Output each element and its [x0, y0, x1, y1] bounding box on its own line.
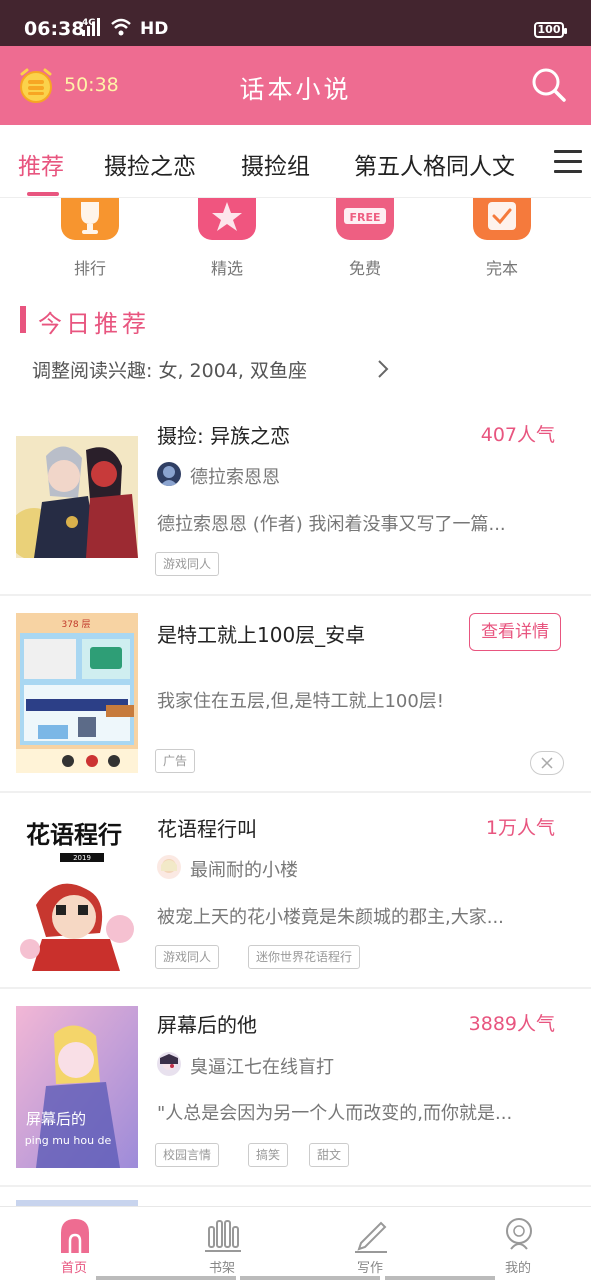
hd-label: HD — [140, 19, 169, 39]
book-tag[interactable]: 搞笑 — [248, 1143, 289, 1167]
author-avatar[interactable] — [157, 855, 181, 879]
system-gesture-bar — [96, 1276, 236, 1280]
active-tab-indicator — [27, 192, 59, 196]
cover-year: 2019 — [73, 854, 91, 862]
tab-shejian-group[interactable]: 摄捡组 — [241, 147, 310, 181]
nav-bookshelf[interactable]: 书架 — [148, 1207, 296, 1280]
battery-icon: 100 — [534, 22, 567, 38]
ad-label: 广告 — [155, 749, 196, 773]
book-description: 被宠上天的花小楼竟是朱颜城的郡主,大家... — [157, 907, 504, 928]
book-tag[interactable]: 甜文 — [309, 1143, 350, 1167]
category-label: 排行 — [73, 259, 106, 278]
status-time: 06:38 — [24, 18, 85, 40]
cover-subtitle-text: ping mu hou de — [25, 1134, 112, 1147]
category-ranking[interactable]: 排行 — [45, 198, 135, 283]
tab-identity-v-fanfic[interactable]: 第五人格同人文 — [354, 147, 515, 181]
system-gesture-bar — [240, 1276, 380, 1280]
section-marker — [20, 306, 26, 333]
nav-label: 书架 — [208, 1261, 235, 1276]
profile-icon — [501, 1215, 537, 1253]
book-popularity: 407人气 — [480, 424, 555, 446]
ad-card[interactable]: 378 层 是特工就上100层_安卓 查看详情 我家住在五层,但,是特工就上10… — [0, 597, 591, 793]
book-author[interactable]: 最闹耐的小楼 — [190, 856, 298, 882]
app-header: 50:38 话本小说 — [0, 46, 591, 125]
view-details-button[interactable]: 查看详情 — [469, 613, 561, 651]
nav-home[interactable]: 首页 — [0, 1207, 148, 1280]
book-tag[interactable]: 校园言情 — [155, 1143, 220, 1167]
book-card[interactable]: 花语程行 2019 花语程行叫 1万人气 最闹耐的小楼 被宠上天的花小楼竟是朱颜… — [0, 793, 591, 989]
pen-icon — [353, 1215, 389, 1253]
category-completed[interactable]: 完本 — [457, 198, 547, 283]
book-description: 德拉索恩恩 (作者) 我闲着没事又写了一篇... — [157, 514, 506, 535]
close-ad-button[interactable] — [530, 751, 564, 775]
app-title: 话本小说 — [239, 75, 352, 104]
book-tag[interactable]: 迷你世界花语程行 — [248, 945, 361, 969]
reading-preference-link[interactable]: 调整阅读兴趣: 女, 2004, 双鱼座 — [32, 356, 307, 383]
book-title[interactable]: 屏幕后的他 — [157, 1009, 257, 1038]
nav-label: 写作 — [356, 1261, 383, 1276]
nav-label: 我的 — [504, 1261, 531, 1276]
status-bar: 06:38 4G HD 100 — [0, 0, 591, 46]
category-featured[interactable]: 精选 — [182, 198, 272, 283]
ad-cover-caption: 378 层 — [61, 619, 90, 630]
book-cover[interactable]: 屏幕后的 ping mu hou de — [16, 1006, 138, 1168]
nav-write[interactable]: 写作 — [296, 1207, 444, 1280]
free-icon: FREE — [336, 198, 394, 240]
category-label: 免费 — [348, 259, 381, 278]
category-tabs: 推荐 摄捡之恋 摄捡组 第五人格同人文 — [0, 125, 591, 198]
ad-cover[interactable]: 378 层 — [16, 613, 138, 773]
section-title: 今日推荐 — [38, 310, 150, 338]
book-cover[interactable] — [16, 436, 138, 558]
search-icon[interactable] — [530, 66, 568, 104]
signal-icon: 4G — [82, 16, 138, 42]
book-tag[interactable]: 游戏同人 — [155, 552, 220, 576]
star-icon — [198, 198, 256, 240]
book-author[interactable]: 臭逼江七在线盲打 — [190, 1053, 334, 1079]
book-author[interactable]: 德拉索恩恩 — [190, 463, 280, 489]
cover-title-text: 屏幕后的 — [26, 1110, 86, 1128]
book-description: "人总是会因为另一个人而改变的,而你就是... — [157, 1103, 513, 1124]
nav-label: 首页 — [60, 1261, 87, 1276]
book-tag[interactable]: 游戏同人 — [155, 945, 220, 969]
home-icon — [57, 1215, 93, 1253]
check-icon — [473, 198, 531, 240]
ad-title[interactable]: 是特工就上100层_安卓 — [157, 619, 365, 648]
menu-icon[interactable] — [554, 150, 582, 174]
book-popularity: 3889人气 — [468, 1013, 555, 1035]
category-label: 精选 — [210, 259, 243, 278]
chevron-right-icon[interactable] — [376, 359, 390, 379]
author-avatar[interactable] — [157, 1052, 181, 1076]
bottom-navigation: 首页 书架 写作 我的 — [0, 1206, 591, 1280]
author-avatar[interactable] — [157, 462, 181, 486]
book-title[interactable]: 花语程行叫 — [157, 813, 257, 842]
book-cover[interactable]: 花语程行 2019 — [16, 809, 138, 971]
trophy-icon — [61, 198, 119, 240]
tab-shejian-love[interactable]: 摄捡之恋 — [104, 147, 196, 181]
free-badge: FREE — [349, 211, 380, 224]
tab-recommend[interactable]: 推荐 — [18, 147, 64, 181]
ad-description: 我家住在五层,但,是特工就上100层! — [157, 691, 445, 712]
book-card[interactable]: 摄捡: 异族之恋 407人气 德拉索恩恩 德拉索恩恩 (作者) 我闲着没事又写了… — [0, 398, 591, 596]
book-card[interactable]: 屏幕后的 ping mu hou de 屏幕后的他 3889人气 臭逼江七在线盲… — [0, 989, 591, 1187]
book-title[interactable]: 摄捡: 异族之恋 — [157, 420, 290, 449]
book-popularity: 1万人气 — [485, 817, 555, 839]
category-label: 完本 — [485, 259, 518, 278]
bookshelf-icon — [205, 1215, 241, 1253]
cover-title-text: 花语程行 — [26, 820, 122, 849]
system-gesture-bar — [385, 1276, 495, 1280]
category-free[interactable]: FREE 免费 — [320, 198, 410, 283]
nav-profile[interactable]: 我的 — [444, 1207, 591, 1280]
